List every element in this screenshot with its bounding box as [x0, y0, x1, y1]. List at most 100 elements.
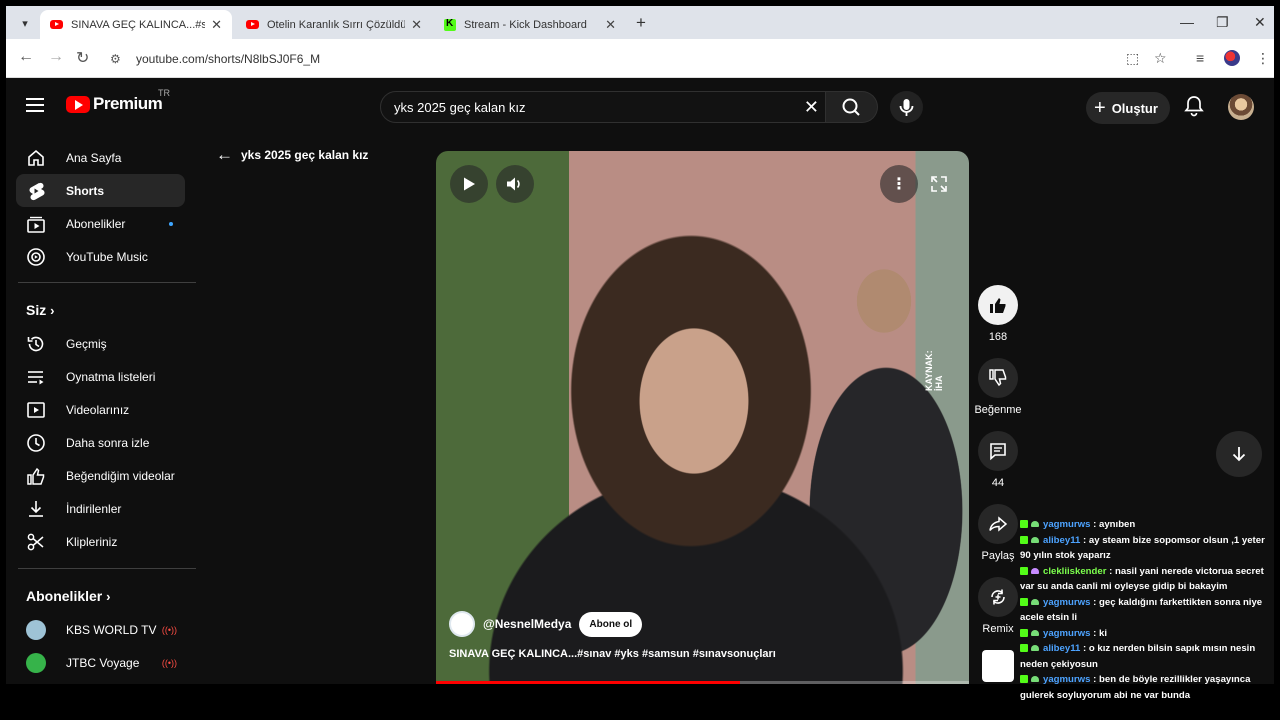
share-label: Paylaş — [981, 550, 1015, 562]
sidebar-item-your-videos[interactable]: Videolarınız — [16, 393, 185, 426]
sidebar-item-liked-videos[interactable]: Beğendiğim videolar — [16, 459, 185, 492]
chat-message: alibey11 : o kız nerden bilsin sapık mıs… — [1020, 641, 1274, 672]
share-button[interactable] — [978, 504, 1018, 544]
comments-button[interactable] — [978, 431, 1018, 471]
kick-badge-icon — [1020, 520, 1028, 528]
create-button[interactable]: + Oluştur — [1086, 92, 1170, 124]
sidebar-item-subscriptions[interactable]: Abonelikler — [16, 207, 185, 240]
close-tab-icon[interactable]: ✕ — [411, 17, 422, 33]
like-button[interactable] — [978, 285, 1018, 325]
search-box[interactable]: ✕ — [380, 91, 826, 123]
search-input[interactable] — [394, 99, 774, 115]
subscribe-button[interactable]: Abone ol — [579, 611, 643, 637]
tab-otel-video[interactable]: Otelin Karanlık Sırrı Çözüldü! 😱 ✕ — [236, 10, 432, 39]
sound-thumbnail[interactable] — [982, 650, 1014, 682]
voice-search-button[interactable] — [890, 91, 923, 123]
dislike-button[interactable] — [978, 358, 1018, 398]
subscriptions-section-heading[interactable]: Abonelikler › — [26, 588, 110, 604]
address-bar[interactable]: ⚙ youtube.com/shorts/N8lbSJ0F6_M — [102, 44, 1118, 73]
tab-kick-dashboard[interactable]: Stream - Kick Dashboard ✕ — [434, 10, 626, 39]
kick-badge-icon — [1020, 566, 1028, 575]
dislike-action: Beğenme — [972, 358, 1024, 416]
sidebar-divider — [18, 282, 196, 283]
sidebar-item-watch-later[interactable]: Daha sonra izle — [16, 426, 185, 459]
notifications-bell-icon[interactable] — [1184, 95, 1204, 122]
more-options-button[interactable]: ⋮ — [880, 165, 918, 203]
sidebar-item-downloads[interactable]: İndirilenler — [16, 492, 185, 525]
channel-name: KBS WORLD TV — [66, 622, 157, 637]
sidebar-channel-kbs-world-tv[interactable]: KBS WORLD TV ((•)) — [16, 613, 185, 646]
install-app-icon[interactable]: ⬚ — [1126, 50, 1139, 67]
shorts-video-player[interactable]: ⋮ KAYNAK: İHA @NesnelMedya Abone ol SINA… — [436, 151, 969, 684]
tab-title: SINAVA GEÇ KALINCA...#sınav # — [71, 18, 206, 31]
tab-youtube-shorts[interactable]: SINAVA GEÇ KALINCA...#sınav # ✕ — [40, 10, 232, 39]
comment-count: 44 — [991, 477, 1005, 489]
sidebar-item-youtube-music[interactable]: YouTube Music — [16, 240, 185, 273]
sidebar-item-label: Oynatma listeleri — [66, 369, 156, 384]
more-vert-icon: ⋮ — [891, 176, 907, 193]
kick-badge-icon — [1020, 628, 1028, 637]
media-control-icon[interactable]: ≡ — [1196, 50, 1204, 66]
video-caption[interactable]: SINAVA GEÇ KALINCA...#sınav #yks #samsun… — [449, 648, 776, 660]
sidebar-item-label: Klipleriniz — [66, 534, 118, 549]
download-icon — [26, 499, 46, 519]
new-content-dot — [169, 222, 173, 226]
menu-kebab-icon[interactable]: ⋮ — [1256, 50, 1270, 67]
tab-search-icon[interactable]: ▾ — [14, 12, 36, 34]
next-short-button[interactable] — [1216, 431, 1262, 477]
close-tab-icon[interactable]: ✕ — [605, 17, 616, 33]
chat-message: yagmurws : ki — [1020, 626, 1274, 642]
sidebar-item-playlists[interactable]: Oynatma listeleri — [16, 360, 185, 393]
channel-avatar[interactable] — [449, 611, 475, 637]
tab-title: Otelin Karanlık Sırrı Çözüldü! 😱 — [267, 19, 406, 31]
subscriptions-icon — [26, 214, 46, 234]
clear-search-icon[interactable]: ✕ — [804, 97, 819, 118]
new-tab-icon[interactable]: + — [636, 13, 646, 33]
profile-avatar[interactable] — [1224, 50, 1240, 66]
forward-arrow-icon[interactable]: → — [48, 48, 64, 66]
sidebar-item-clips[interactable]: Klipleriniz — [16, 525, 185, 558]
progress-bar[interactable] — [436, 681, 969, 684]
account-avatar[interactable] — [1228, 94, 1254, 120]
you-section-heading[interactable]: Siz › — [26, 302, 54, 318]
sidebar-item-shorts[interactable]: Shorts — [16, 174, 185, 207]
sub-badge-icon — [1031, 676, 1039, 682]
sidebar-item-home[interactable]: Ana Sayfa — [16, 141, 185, 174]
close-window-icon[interactable]: ✕ — [1254, 14, 1266, 31]
remix-button[interactable] — [978, 577, 1018, 617]
like-count: 168 — [988, 331, 1008, 343]
close-tab-icon[interactable]: ✕ — [211, 17, 222, 33]
sidebar-item-label: Daha sonra izle — [66, 435, 150, 450]
volume-button[interactable] — [496, 165, 534, 203]
youtube-logo-icon — [66, 95, 90, 113]
live-icon: ((•)) — [161, 624, 177, 635]
sidebar-divider — [18, 568, 196, 569]
subs-heading-text: Abonelikler — [26, 588, 103, 604]
site-info-icon[interactable]: ⚙ — [110, 52, 126, 66]
remix-icon — [991, 589, 1005, 605]
chat-username: alibey11 — [1043, 534, 1081, 546]
search-back-label: yks 2025 geç kalan kız — [241, 148, 369, 162]
chat-text: : ki — [1093, 627, 1108, 639]
thumb-up-icon — [26, 466, 46, 486]
minimize-icon[interactable]: — — [1180, 14, 1194, 30]
channel-handle[interactable]: @NesnelMedya — [483, 617, 571, 631]
progress-fill — [436, 681, 740, 684]
search-button[interactable] — [826, 91, 878, 123]
maximize-icon[interactable]: ❐ — [1216, 14, 1229, 31]
hamburger-menu-icon[interactable] — [26, 98, 44, 112]
chat-username: yagmurws — [1043, 519, 1091, 530]
sidebar-channel-jtbc-voyage[interactable]: JTBC Voyage ((•)) — [16, 646, 185, 679]
sidebar-item-history[interactable]: Geçmiş — [16, 327, 185, 360]
bookmark-star-icon[interactable]: ☆ — [1154, 50, 1167, 67]
fullscreen-button[interactable] — [920, 165, 958, 203]
youtube-premium-logo[interactable]: Premium TR — [66, 88, 170, 114]
chevron-right-icon: › — [50, 303, 55, 318]
sidebar-item-label: Beğendiğim videolar — [66, 468, 175, 483]
back-arrow-icon[interactable]: ← — [18, 48, 34, 66]
reload-icon[interactable]: ↻ — [76, 48, 89, 68]
play-icon — [464, 177, 475, 191]
tab-bar: ▾ SINAVA GEÇ KALINCA...#sınav # ✕ Otelin… — [6, 6, 1274, 39]
search-back-link[interactable]: ← yks 2025 geç kalan kız — [216, 145, 368, 165]
play-button[interactable] — [450, 165, 488, 203]
